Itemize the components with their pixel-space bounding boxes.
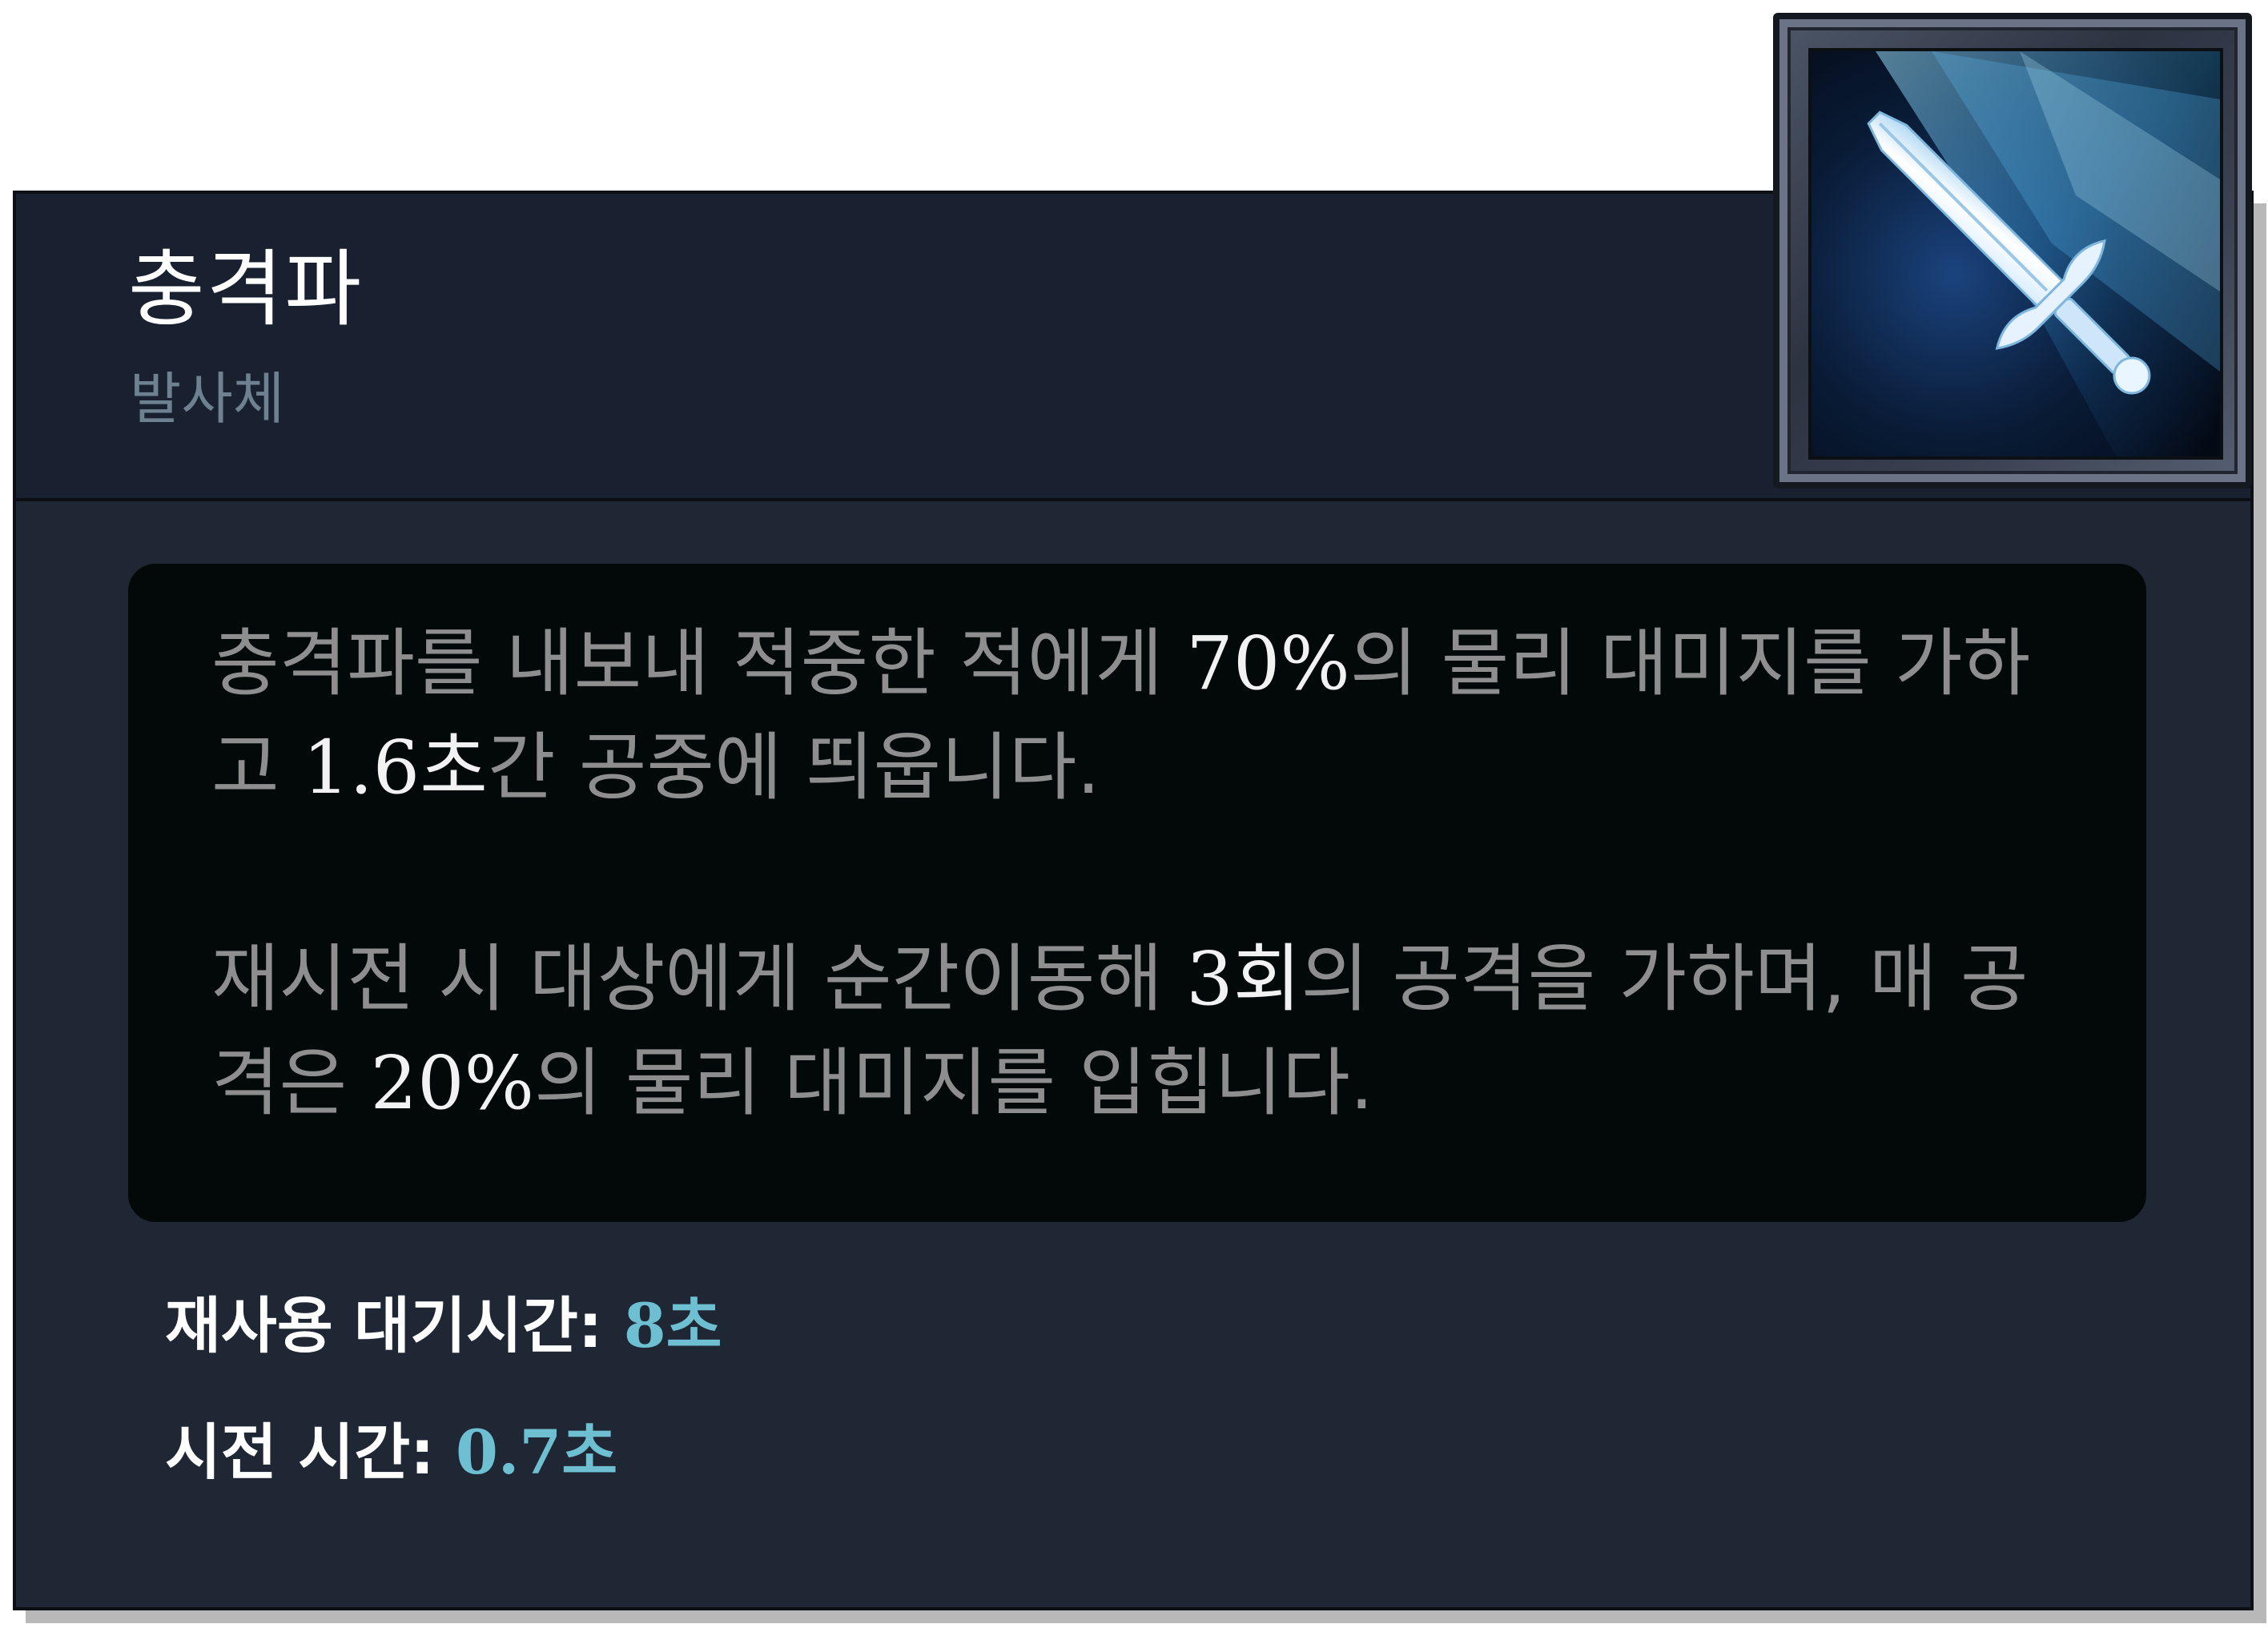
damage-percent-value: 70% bbox=[1186, 621, 1350, 706]
hit-count-value: 3 bbox=[1186, 936, 1233, 1022]
cooldown-label: 재사용 대기시간: bbox=[165, 1290, 603, 1361]
desc-text: 의 물리 대미지를 입힙니다. bbox=[534, 1040, 1374, 1126]
cast-time-unit: 초 bbox=[561, 1417, 618, 1488]
cast-time-stat: 시전 시간: 0.7초 bbox=[165, 1409, 722, 1536]
sword-icon bbox=[1808, 48, 2223, 460]
ability-description: 충격파를 내보내 적중한 적에게 70%의 물리 대미지를 가하고 1.6초간 … bbox=[211, 612, 2085, 1136]
hit-count-unit: 회 bbox=[1233, 936, 1301, 1022]
per-hit-damage-value: 20% bbox=[370, 1040, 535, 1126]
ability-tooltip-page: 충격파 발사체 충격파를 내보내 적중한 적에게 70%의 물리 대미지를 가하… bbox=[0, 0, 2268, 1632]
description-box: 충격파를 내보내 적중한 적에게 70%의 물리 대미지를 가하고 1.6초간 … bbox=[128, 564, 2146, 1222]
cast-time-number: 0.7 bbox=[456, 1417, 562, 1488]
cooldown-unit: 초 bbox=[666, 1290, 722, 1361]
cooldown-value: 8초 bbox=[624, 1290, 722, 1361]
ability-name: 충격파 bbox=[128, 240, 364, 338]
ability-type: 발사체 bbox=[130, 366, 285, 432]
cast-time-label: 시전 시간: bbox=[165, 1417, 435, 1488]
desc-text: 충격파를 내보내 적중한 적에게 bbox=[211, 621, 1187, 706]
ability-stats: 재사용 대기시간: 8초 시전 시간: 0.7초 bbox=[165, 1283, 722, 1536]
desc-text: 재시전 시 대상에게 순간이동해 bbox=[211, 936, 1187, 1022]
cooldown-stat: 재사용 대기시간: 8초 bbox=[165, 1283, 722, 1409]
description-paragraph-2: 재시전 시 대상에게 순간이동해 3회의 공격을 가하며, 매 공격은 20%의… bbox=[211, 927, 2085, 1136]
airborne-duration-unit: 초 bbox=[420, 725, 488, 810]
ability-icon-frame bbox=[1773, 13, 2252, 488]
cooldown-number: 8 bbox=[623, 1290, 666, 1361]
cast-time-value: 0.7초 bbox=[456, 1417, 617, 1488]
desc-text: 간 공중에 띄웁니다. bbox=[487, 725, 1100, 810]
description-paragraph-1: 충격파를 내보내 적중한 적에게 70%의 물리 대미지를 가하고 1.6초간 … bbox=[211, 612, 2085, 820]
airborne-duration-value: 1.6 bbox=[302, 725, 420, 810]
